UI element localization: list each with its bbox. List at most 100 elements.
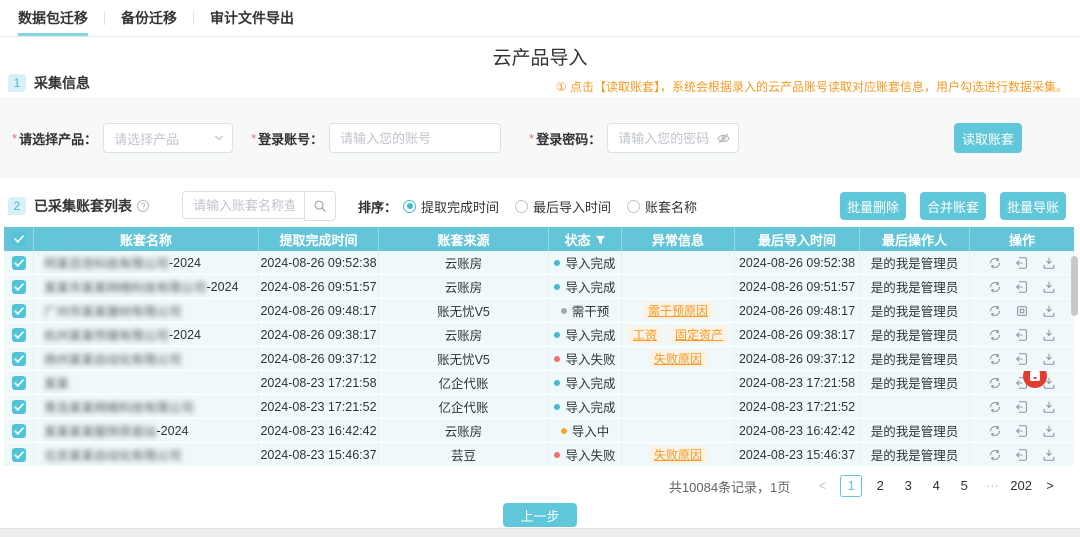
download-icon[interactable] [1042,448,1056,462]
help-icon[interactable] [136,199,150,213]
reimport-icon[interactable] [1015,400,1029,414]
page-number-5[interactable]: 5 [954,475,974,497]
download-icon[interactable] [1042,328,1056,342]
row-checkbox[interactable] [11,375,26,390]
row-checkbox[interactable] [11,447,26,462]
search-input[interactable] [182,191,304,219]
operation-cell [970,347,1074,370]
sync-icon[interactable] [988,280,1002,294]
exception-tag[interactable]: 失败原因 [648,350,707,367]
status-label: 导入完成 [565,329,616,343]
reimport-icon[interactable] [1015,280,1029,294]
column-header-7: 最后操作人 [860,227,970,251]
download-icon[interactable] [1042,400,1056,414]
page-number-3[interactable]: 3 [898,475,918,497]
row-checkbox[interactable] [11,255,26,270]
sync-icon[interactable] [988,448,1002,462]
row-checkbox[interactable] [11,423,26,438]
batch-import-button[interactable]: 批量导账 [1000,192,1066,220]
password-label: 登录密码： [536,131,602,147]
sync-icon[interactable] [988,376,1002,390]
account-name-cell: 北京某某自动化有限公司 [34,443,259,466]
page-number-1[interactable]: 1 [840,475,863,497]
extract-time-cell: 2024-08-23 16:42:42 [259,419,379,442]
detail-icon[interactable] [1015,304,1029,318]
tab-2[interactable]: 备份迁移 [121,0,177,36]
reimport-icon[interactable] [1015,424,1029,438]
operator-cell: 是的我是管理员 [860,371,970,394]
sync-icon[interactable] [988,352,1002,366]
product-select[interactable]: 请选择产品 [103,123,234,153]
eye-off-icon[interactable] [716,131,731,146]
sort-option-3[interactable]: 账套名称 [627,197,697,216]
sync-icon[interactable] [988,424,1002,438]
collect-section-header: 1 采集信息 ① 点击【读取账套】，系统会根据录入的云产品账号读取对应账套信息，… [0,71,1080,95]
reimport-icon[interactable] [1015,448,1029,462]
tab-bar: 数据包迁移 备份迁移 审计文件导出 [0,0,1080,37]
exception-tag[interactable]: 需干预原因 [642,302,713,319]
download-icon[interactable] [1042,304,1056,318]
vertical-scrollbar[interactable] [1071,256,1078,316]
previous-step-button[interactable]: 上一步 [503,503,577,527]
reimport-icon[interactable] [1015,328,1029,342]
status-label: 导入完成 [565,281,616,295]
product-label: 请选择产品： [19,131,98,147]
tab-1[interactable]: 数据包迁移 [18,0,88,36]
download-icon[interactable] [1042,352,1056,366]
sort-options: 提取完成时间 最后导入时间 账套名称 [403,197,713,216]
operation-cell [970,299,1074,322]
exception-tag[interactable]: 失败原因 [648,446,707,463]
row-checkbox[interactable] [11,399,26,414]
account-input[interactable] [329,123,502,153]
read-accounts-button[interactable]: 读取账套 [954,123,1022,153]
batch-delete-button[interactable]: 批量删除 [840,192,906,220]
search-button[interactable] [304,191,336,221]
sync-icon[interactable] [988,400,1002,414]
select-all-cell [4,227,34,251]
reimport-icon[interactable] [1015,352,1029,366]
radio-icon [627,199,641,213]
download-icon[interactable] [1042,280,1056,294]
row-checkbox[interactable] [11,303,26,318]
merge-accounts-button[interactable]: 合并账套 [920,192,986,220]
tab-3[interactable]: 审计文件导出 [210,0,294,36]
status-cell: 需干预 [549,299,622,322]
row-checkbox[interactable] [11,327,26,342]
download-icon[interactable] [1042,256,1056,270]
column-header-4: 状态 [549,227,622,251]
checkbox-cell [4,395,34,418]
row-checkbox[interactable] [11,351,26,366]
account-name-cell: 扬州某某自动化有限公司 [34,347,259,370]
required-mark: * [12,130,18,146]
import-time-cell: 2024-08-23 17:21:52 [735,395,860,418]
operation-cell [970,419,1074,442]
operator-cell: 是的我是管理员 [860,419,970,442]
operation-icons [970,448,1074,462]
download-icon[interactable] [1042,424,1056,438]
status-dot [554,451,561,458]
source-cell: 芸豆 [379,443,549,466]
page-number-4[interactable]: 4 [926,475,946,497]
operation-cell [970,323,1074,346]
select-all-checkbox[interactable] [11,232,26,246]
filter-icon[interactable] [595,234,606,245]
prev-page-arrow[interactable]: < [812,475,832,497]
page-number-2[interactable]: 2 [870,475,890,497]
exception-tag[interactable]: 固定资产 [670,326,729,343]
row-checkbox[interactable] [11,279,26,294]
next-page-arrow[interactable]: > [1040,475,1060,497]
sync-icon[interactable] [988,328,1002,342]
sync-icon[interactable] [988,304,1002,318]
sort-option-1[interactable]: 提取完成时间 [403,197,499,216]
sync-icon[interactable] [988,256,1002,270]
exception-cell: 工资 固定资产 [622,323,735,346]
page-number-202[interactable]: 202 [1010,475,1032,497]
exception-tag[interactable]: 工资 [627,326,662,343]
column-header-label: 账套名称 [119,232,172,248]
column-header-label: 状态 [564,232,591,248]
account-name-redacted: 某某某某服饰贸易站 [44,425,157,439]
sort-option-2[interactable]: 最后导入时间 [515,197,611,216]
status-dot [554,379,561,386]
extract-time-cell: 2024-08-26 09:48:17 [259,299,379,322]
reimport-icon[interactable] [1015,256,1029,270]
